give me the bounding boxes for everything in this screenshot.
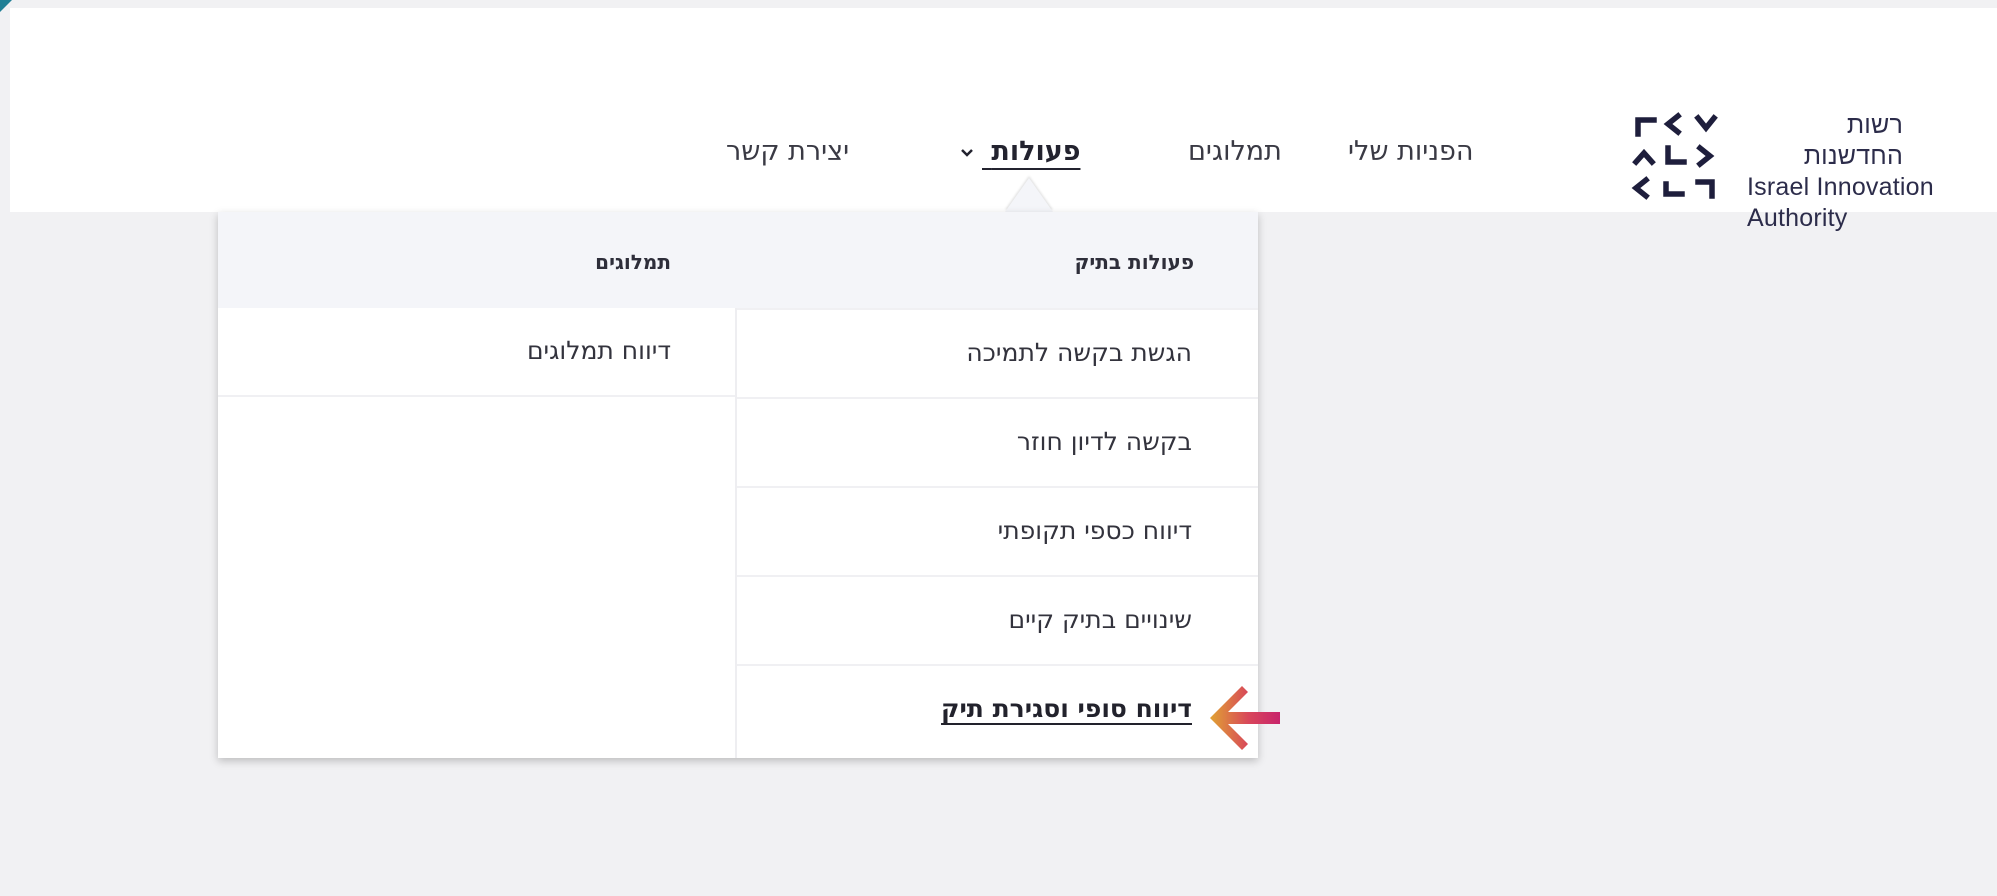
logo-english-line2: Authority bbox=[1747, 204, 1848, 232]
menu-item-label: דיווח כספי תקופתי bbox=[997, 516, 1192, 545]
menu-item-reconsideration-request[interactable]: בקשה לדיון חוזר bbox=[737, 397, 1258, 486]
menu-item-submit-support-request[interactable]: הגשת בקשה לתמיכה bbox=[737, 308, 1258, 397]
menu-item-final-report-close-file[interactable]: דיווח סופי וסגירת תיק bbox=[737, 664, 1258, 758]
nav-actions-dropdown[interactable]: פעולות bbox=[960, 136, 1080, 167]
menu-item-label: דיווח תמלוגים bbox=[526, 336, 671, 365]
menu-item-periodic-financial-report[interactable]: דיווח כספי תקופתי bbox=[737, 486, 1258, 575]
logo-hebrew-name: רשות החדשנות bbox=[1803, 111, 1903, 170]
menu-item-label: בקשה לדיון חוזר bbox=[1016, 427, 1192, 456]
nav-royalties[interactable]: תמלוגים bbox=[1188, 136, 1282, 167]
dropdown-menu-header: פעולות בתיק תמלוגים bbox=[218, 212, 1258, 308]
dropdown-caret bbox=[1005, 178, 1053, 212]
site-logo[interactable]: רשות החדשנות Israel Innovation Authority bbox=[1630, 108, 1970, 232]
nav-contact[interactable]: יצירת קשר bbox=[726, 136, 849, 167]
column-heading-royalties: תמלוגים bbox=[595, 250, 671, 274]
menu-item-changes-existing-file[interactable]: שינויים בתיק קיים bbox=[737, 575, 1258, 664]
israel-innovation-authority-logo-icon bbox=[1631, 112, 1718, 200]
menu-item-label: דיווח סופי וסגירת תיק bbox=[941, 694, 1192, 723]
menu-item-royalties-report[interactable]: דיווח תמלוגים bbox=[218, 308, 735, 397]
top-navigation-bar: רשות החדשנות Israel Innovation Authority… bbox=[10, 8, 1997, 232]
logo-english-line1: Israel Innovation bbox=[1747, 173, 1934, 201]
menu-item-label: הגשת בקשה לתמיכה bbox=[966, 338, 1192, 367]
menu-item-label: שינויים בתיק קיים bbox=[1008, 605, 1192, 634]
nav-my-applications[interactable]: הפניות שלי bbox=[1348, 136, 1474, 167]
nav-actions-label: פעולות bbox=[991, 136, 1081, 167]
arrow-left-icon bbox=[1210, 686, 1280, 750]
chevron-down-icon bbox=[961, 148, 973, 157]
actions-dropdown-menu: פעולות בתיק תמלוגים הגשת בקשה לתמיכה בקש… bbox=[218, 212, 1258, 758]
column-heading-file-actions: פעולות בתיק bbox=[1074, 250, 1194, 274]
